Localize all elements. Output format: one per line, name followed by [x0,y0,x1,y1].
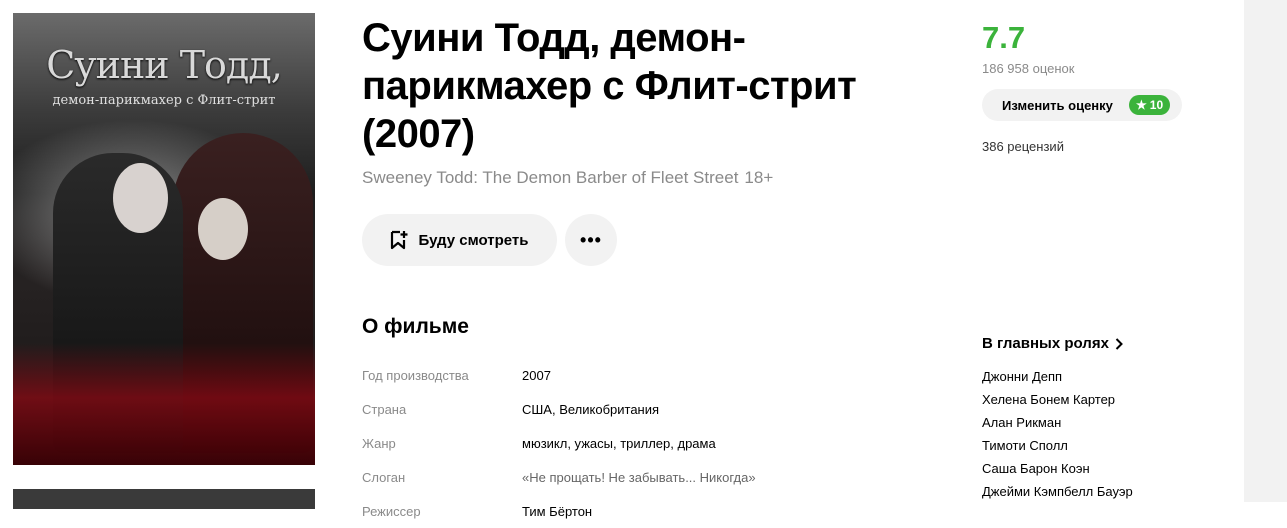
fact-value-link[interactable]: мюзикл, ужасы, триллер, драма [522,436,716,451]
fact-row-director: Режиссер Тим Бёртон [362,494,922,528]
change-rating-label: Изменить оценку [1002,98,1113,113]
reviews-count[interactable]: 386 рецензий [982,139,1064,154]
cast-item[interactable]: Саша Барон Коэн [982,457,1133,480]
cast-heading-link[interactable]: В главных ролях [982,335,1123,352]
fact-row-country: Страна США, Великобритания [362,392,922,426]
poster-face-female [198,198,248,260]
poster-blood-overlay [13,343,315,465]
next-image-thumbnail[interactable] [13,489,315,509]
age-rating: 18+ [744,168,774,187]
cast-list: Джонни Депп Хелена Бонем Картер Алан Рик… [982,365,1133,503]
cast-item[interactable]: Тимоти Сполл [982,434,1133,457]
bookmark-plus-icon [391,230,408,250]
original-title: Sweeney Todd: The Demon Barber of Fleet … [362,168,773,188]
fact-row-genre: Жанр мюзикл, ужасы, триллер, драма [362,426,922,460]
votes-count: 186 958 оценок [982,61,1075,76]
original-title-text: Sweeney Todd: The Demon Barber of Fleet … [362,168,739,187]
cast-item[interactable]: Хелена Бонем Картер [982,388,1133,411]
page-title: Суини Тодд, демон-парикмахер с Флит-стри… [362,16,857,156]
more-options-button[interactable]: ••• [565,214,617,266]
poster-title: Суини Тодд, [46,43,283,87]
fact-label: Жанр [362,435,396,451]
fact-row-slogan: Слоган «Не прощать! Не забывать... Никог… [362,460,922,494]
user-score-badge: ★ 10 [1129,95,1171,115]
cast-item[interactable]: Джейми Кэмпбелл Бауэр [982,480,1133,503]
movie-poster[interactable]: Суини Тодд, демон-парикмахер с Флит-стри… [13,13,315,465]
user-score-value: 10 [1149,98,1164,112]
cast-heading-text: В главных ролях [982,335,1109,352]
change-rating-button[interactable]: Изменить оценку ★ 10 [982,89,1182,121]
fact-label: Слоган [362,469,406,485]
fact-label: Страна [362,401,407,417]
fact-row-year: Год производства 2007 [362,358,922,392]
chevron-right-icon [1115,337,1123,350]
star-icon: ★ [1136,98,1147,112]
poster-face-male [113,163,168,233]
watchlist-label: Буду смотреть [418,231,529,249]
cast-item[interactable]: Алан Рикман [982,411,1133,434]
watchlist-button[interactable]: Буду смотреть [362,214,557,266]
fact-value-link[interactable]: Тим Бёртон [522,504,592,519]
fact-value-link[interactable]: 2007 [522,368,551,383]
fact-label: Режиссер [362,503,421,519]
about-heading: О фильме [362,315,469,338]
scroll-gutter [1244,0,1287,502]
fact-value-slogan: «Не прощать! Не забывать... Никогда» [522,469,756,485]
more-dots-icon: ••• [580,229,602,250]
fact-label: Год производства [362,367,469,383]
fact-value-link[interactable]: США, Великобритания [522,402,659,417]
cast-item[interactable]: Джонни Депп [982,365,1133,388]
rating-value: 7.7 [982,20,1026,55]
poster-subtitle: демон-парикмахер с Флит-стрит [52,93,276,108]
about-facts-table: Год производства 2007 Страна США, Велико… [362,358,922,528]
